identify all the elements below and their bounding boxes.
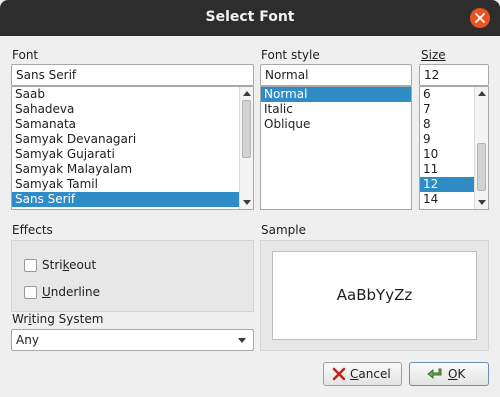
underline-checkbox[interactable]	[24, 286, 37, 299]
font-input[interactable]: Sans Serif	[11, 64, 254, 86]
cancel-label: Cancel	[350, 367, 391, 381]
font-list-item[interactable]: Samyak Tamil	[12, 177, 253, 192]
sample-preview: AaBbYyZz	[272, 251, 477, 340]
font-style-list-item[interactable]: Oblique	[261, 117, 411, 132]
cancel-icon	[332, 367, 346, 381]
size-label: Size	[421, 48, 446, 62]
font-style-list-item[interactable]: Normal	[261, 87, 411, 102]
cancel-button[interactable]: Cancel	[323, 362, 402, 386]
font-style-input[interactable]: Normal	[260, 64, 412, 86]
underline-label[interactable]: Underline	[42, 285, 100, 299]
font-dialog: Font Sans Serif Saab Sahadeva Samanata Samy…	[0, 36, 500, 397]
font-list-item[interactable]: Sans Serif	[12, 192, 253, 207]
ok-label: OK	[448, 367, 466, 381]
scroll-down-icon[interactable]	[243, 200, 251, 205]
scroll-down-icon[interactable]	[478, 200, 486, 205]
font-style-label: Font style	[261, 48, 320, 62]
font-list-items: Saab Sahadeva Samanata Samyak Devanagari Sam…	[12, 87, 253, 207]
writing-system-label: Writing System	[12, 312, 104, 326]
ok-button[interactable]: OK	[409, 362, 489, 386]
scroll-thumb[interactable]	[242, 100, 251, 158]
scroll-thumb[interactable]	[477, 143, 486, 191]
font-list-scrollbar[interactable]	[239, 87, 253, 209]
font-list-item[interactable]: Samyak Gujarati	[12, 147, 253, 162]
window-title: Select Font	[205, 9, 295, 25]
font-label: Font	[12, 48, 39, 62]
strikeout-label[interactable]: Strikeout	[42, 258, 96, 272]
writing-system-value: Any	[16, 333, 39, 347]
ok-arrow-icon	[427, 368, 442, 380]
size-input[interactable]: 12	[419, 64, 489, 86]
font-list-item[interactable]: Sahadeva	[12, 102, 253, 117]
font-list-item[interactable]: Samyak Malayalam	[12, 162, 253, 177]
font-list-item[interactable]: Saab	[12, 87, 253, 102]
close-button[interactable]	[470, 8, 490, 28]
scroll-up-icon[interactable]	[243, 91, 251, 96]
size-list-scrollbar[interactable]	[474, 87, 488, 209]
font-style-list[interactable]: Normal Italic Oblique	[260, 86, 412, 210]
chevron-down-icon	[238, 338, 246, 343]
sample-label: Sample	[261, 223, 306, 237]
font-style-list-item[interactable]: Italic	[261, 102, 411, 117]
scroll-up-icon[interactable]	[478, 91, 486, 96]
close-icon	[475, 13, 485, 23]
font-list-item[interactable]: Samanata	[12, 117, 253, 132]
effects-label: Effects	[12, 223, 53, 237]
writing-system-select[interactable]: Any	[11, 329, 254, 351]
font-style-list-items: Normal Italic Oblique	[261, 87, 411, 132]
effects-group: Strikeout Underline	[11, 240, 254, 312]
title-bar: Select Font	[0, 0, 500, 36]
size-list[interactable]: 6 7 8 9 10 11 12 14	[419, 86, 489, 210]
font-list-item[interactable]: Samyak Devanagari	[12, 132, 253, 147]
strikeout-checkbox[interactable]	[24, 259, 37, 272]
sample-group: AaBbYyZz	[260, 240, 489, 351]
font-list[interactable]: Saab Sahadeva Samanata Samyak Devanagari Sam…	[11, 86, 254, 210]
